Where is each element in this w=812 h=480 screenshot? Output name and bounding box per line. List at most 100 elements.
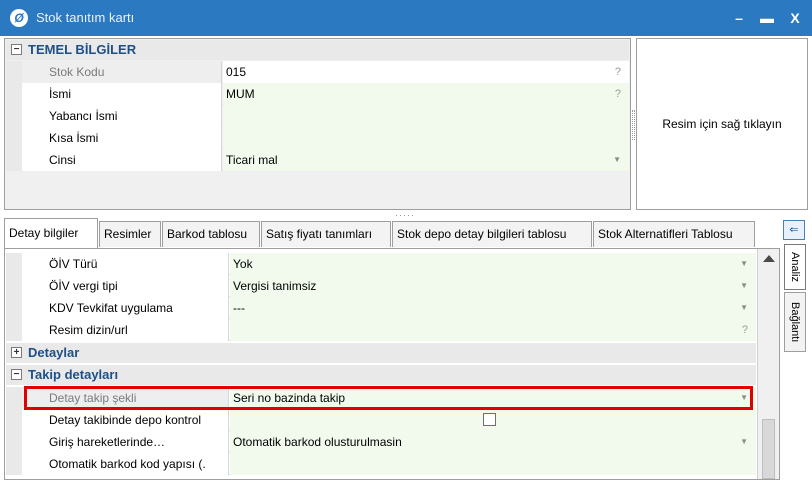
chevron-down-icon[interactable]: ▼ — [740, 275, 748, 297]
chevron-down-icon[interactable]: ▼ — [740, 297, 748, 319]
property-row-warehouse-check[interactable]: Detay takibinde depo kontrol — [6, 409, 756, 431]
chevron-down-icon[interactable]: ▼ — [740, 431, 748, 453]
ellipsis-button[interactable]: ? — [615, 61, 621, 83]
chevron-down-icon[interactable]: ▼ — [740, 253, 748, 275]
category-details[interactable]: + Detaylar — [6, 343, 756, 363]
entry-movements-dropdown[interactable]: Otomatik barkod olusturulmasin ▼ — [230, 431, 756, 453]
side-panel: ⇐ Analiz Bağlantı — [782, 218, 812, 480]
expand-icon[interactable]: + — [11, 347, 22, 358]
property-row-tracking-method[interactable]: Detay takip şekli Seri no bazinda takip … — [6, 387, 756, 409]
property-row-oiv-tax-type[interactable]: ÖİV vergi tipi Vergisi tanimsiz ▼ — [6, 275, 756, 297]
property-value: Yok — [233, 257, 253, 271]
property-value: Seri no bazinda takip — [233, 391, 346, 405]
tab-barcode-table[interactable]: Barkod tablosu — [162, 221, 260, 247]
tab-connection[interactable]: Bağlantı — [784, 292, 806, 352]
row-gutter — [6, 105, 22, 127]
property-row-image-path[interactable]: Resim dizin/url ? — [6, 319, 756, 341]
collapse-icon[interactable]: − — [11, 369, 22, 380]
stock-code-field[interactable]: 015 ? — [223, 61, 629, 83]
property-name: İsmi — [22, 83, 222, 105]
basic-info-grid: − TEMEL BİLGİLER Stok Kodu 015 ? İsmi MU… — [4, 38, 631, 210]
property-value: MUM — [226, 87, 255, 101]
row-gutter — [6, 149, 22, 171]
oiv-type-dropdown[interactable]: Yok ▼ — [230, 253, 756, 275]
property-row-stock-code[interactable]: Stok Kodu 015 ? — [6, 61, 629, 83]
oiv-tax-type-dropdown[interactable]: Vergisi tanimsiz ▼ — [230, 275, 756, 297]
ellipsis-button[interactable]: ? — [615, 83, 621, 105]
foreign-name-field[interactable] — [223, 105, 629, 127]
auto-barcode-structure-field[interactable] — [230, 453, 756, 475]
property-name: KDV Tevkifat uygulama — [22, 297, 229, 319]
property-value: --- — [233, 301, 245, 315]
property-name: ÖİV Türü — [22, 253, 229, 275]
row-gutter — [6, 127, 22, 149]
chevron-down-icon[interactable]: ▼ — [613, 149, 621, 171]
property-row-auto-barcode-structure[interactable]: Otomatik barkod kod yapısı (. — [6, 453, 756, 475]
row-gutter — [6, 453, 22, 475]
property-row-oiv-type[interactable]: ÖİV Türü Yok ▼ — [6, 253, 756, 275]
property-name: Kısa İsmi — [22, 127, 222, 149]
property-name: Yabancı İsmi — [22, 105, 222, 127]
tab-sales-prices[interactable]: Satış fiyatı tanımları — [261, 221, 391, 247]
title-bar: Ø Stok tanıtım kartı – ▬ X — [0, 0, 812, 36]
maximize-button[interactable]: ▬ — [756, 7, 778, 29]
window-title: Stok tanıtım kartı — [36, 10, 135, 25]
category-basic-info[interactable]: − TEMEL BİLGİLER — [6, 40, 629, 60]
property-name: Stok Kodu — [22, 61, 222, 83]
name-field[interactable]: MUM ? — [223, 83, 629, 105]
row-gutter — [6, 409, 22, 431]
property-value: Ticari mal — [226, 153, 278, 167]
image-panel[interactable]: Resim için sağ tıklayın — [636, 38, 808, 210]
detail-grid: ÖİV Türü Yok ▼ ÖİV vergi tipi Vergisi ta… — [4, 248, 780, 480]
minimize-button[interactable]: – — [728, 7, 750, 29]
property-row-entry-movements[interactable]: Giriş hareketlerinde… Otomatik barkod ol… — [6, 431, 756, 453]
vertical-scrollbar[interactable] — [757, 249, 779, 479]
scroll-thumb[interactable] — [762, 419, 775, 479]
pin-icon[interactable]: ⇐ — [783, 220, 805, 240]
warehouse-check-field[interactable] — [230, 409, 756, 431]
tab-stock-alternatives[interactable]: Stok Alternatifleri Tablosu — [593, 221, 755, 247]
property-name: Otomatik barkod kod yapısı (. — [22, 453, 229, 475]
property-row-kdv-withholding[interactable]: KDV Tevkifat uygulama --- ▼ — [6, 297, 756, 319]
property-name: Giriş hareketlerinde… — [22, 431, 229, 453]
kdv-withholding-dropdown[interactable]: --- ▼ — [230, 297, 756, 319]
chevron-down-icon[interactable]: ▼ — [740, 387, 748, 409]
category-label: TEMEL BİLGİLER — [28, 42, 137, 57]
property-value: 015 — [226, 65, 247, 79]
short-name-field[interactable] — [223, 127, 629, 149]
property-row-name[interactable]: İsmi MUM ? — [6, 83, 629, 105]
property-row-foreign-name[interactable]: Yabancı İsmi — [6, 105, 629, 127]
tracking-method-dropdown[interactable]: Seri no bazinda takip ▼ — [230, 387, 756, 409]
collapse-icon[interactable]: − — [11, 44, 22, 55]
property-row-short-name[interactable]: Kısa İsmi — [6, 127, 629, 149]
warehouse-check-checkbox[interactable] — [483, 413, 496, 426]
category-tracking-details[interactable]: − Takip detayları — [6, 365, 756, 385]
panel-splitter-grip[interactable] — [632, 110, 635, 140]
tab-images[interactable]: Resimler — [99, 221, 161, 247]
ellipsis-button[interactable]: ? — [742, 319, 748, 341]
property-value: Vergisi tanimsiz — [233, 279, 317, 293]
image-path-field[interactable]: ? — [230, 319, 756, 341]
scroll-up-icon[interactable] — [763, 255, 775, 262]
tab-strip: Detay bilgiler Resimler Barkod tablosu S… — [4, 218, 780, 248]
property-name: Resim dizin/url — [22, 319, 229, 341]
row-gutter — [6, 253, 22, 275]
category-label: Detaylar — [28, 345, 80, 360]
property-name: ÖİV vergi tipi — [22, 275, 229, 297]
property-value: Otomatik barkod olusturulmasin — [233, 435, 402, 449]
property-name: Detay takibinde depo kontrol — [22, 409, 229, 431]
property-row-type[interactable]: Cinsi Ticari mal ▼ — [6, 149, 629, 171]
type-dropdown[interactable]: Ticari mal ▼ — [223, 149, 629, 171]
tab-analysis[interactable]: Analiz — [784, 244, 806, 290]
row-gutter — [6, 61, 22, 83]
image-hint: Resim için sağ tıklayın — [662, 117, 782, 131]
row-gutter — [6, 275, 22, 297]
property-name: Detay takip şekli — [22, 387, 229, 409]
row-gutter — [6, 83, 22, 105]
close-button[interactable]: X — [784, 7, 806, 29]
property-name: Cinsi — [22, 149, 222, 171]
category-label: Takip detayları — [28, 367, 119, 382]
tab-detail-info[interactable]: Detay bilgiler — [4, 218, 98, 248]
row-gutter — [6, 387, 22, 409]
tab-stock-warehouse-details[interactable]: Stok depo detay bilgileri tablosu — [392, 221, 592, 247]
